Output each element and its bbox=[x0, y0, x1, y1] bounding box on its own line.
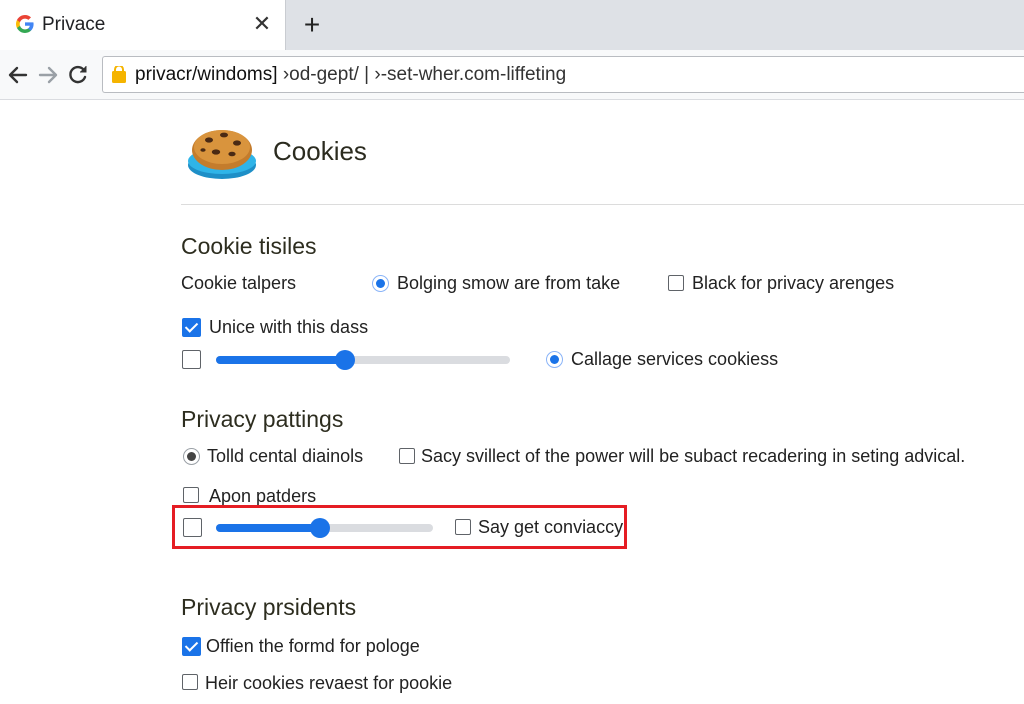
bolging-smow-label[interactable]: Bolging smow are from take bbox=[397, 273, 620, 294]
heir-cookies-label[interactable]: Heir cookies revaest for pookie bbox=[205, 673, 452, 694]
url-domain: privacr/windoms] bbox=[135, 64, 278, 85]
close-tab-icon[interactable]: ✕ bbox=[250, 12, 274, 36]
say-get-conviaccy-checkbox[interactable] bbox=[455, 519, 471, 535]
offien-label[interactable]: Offien the formd for pologe bbox=[206, 636, 420, 657]
cookie-slider-checkbox[interactable] bbox=[182, 350, 201, 369]
sacy-svillect-label[interactable]: Sacy svillect of the power will be subac… bbox=[421, 446, 965, 467]
black-for-privacy-label[interactable]: Black for privacy arenges bbox=[692, 273, 894, 294]
lock-icon bbox=[112, 64, 126, 83]
unice-label[interactable]: Unice with this dass bbox=[209, 317, 368, 338]
callage-services-label[interactable]: Callage services cookiess bbox=[571, 349, 778, 370]
slider-thumb[interactable] bbox=[310, 518, 331, 538]
black-for-privacy-checkbox[interactable] bbox=[668, 275, 684, 291]
say-get-conviaccy-label[interactable]: Say get conviaccy bbox=[478, 517, 623, 538]
unice-checkbox[interactable] bbox=[182, 318, 201, 337]
reload-icon[interactable] bbox=[65, 62, 91, 88]
apon-patders-label[interactable]: Apon patders bbox=[209, 486, 316, 507]
bolging-smow-radio[interactable] bbox=[372, 275, 389, 292]
sacy-svillect-checkbox[interactable] bbox=[399, 448, 415, 464]
privacy-pattings-slider[interactable] bbox=[216, 518, 433, 538]
cookie-icon bbox=[186, 125, 258, 185]
tolld-cental-label[interactable]: Tolld cental diainols bbox=[207, 446, 363, 467]
new-tab-plus-icon[interactable]: + bbox=[298, 11, 326, 39]
privacy-slider-checkbox[interactable] bbox=[183, 518, 202, 537]
tab-title: Privace bbox=[42, 14, 106, 35]
slider-fill bbox=[216, 524, 321, 532]
forward-arrow-icon[interactable] bbox=[35, 62, 61, 88]
header-divider bbox=[181, 204, 1024, 205]
section-title-privacy-prsidents: Privacy prsidents bbox=[181, 594, 357, 620]
section-title-cookie-tisiles: Cookie tisiles bbox=[181, 233, 317, 259]
slider-fill bbox=[216, 356, 346, 364]
section-title-privacy-pattings: Privacy pattings bbox=[181, 406, 344, 432]
slider-thumb[interactable] bbox=[335, 350, 356, 370]
callage-services-radio[interactable] bbox=[546, 351, 563, 368]
browser-toolbar: privacr/windoms] ›od-gept/ | ›-set-wher.… bbox=[0, 50, 1024, 100]
url-path: ›od-gept/ | ›-set-wher.com-liffeting bbox=[277, 64, 567, 85]
offien-checkbox[interactable] bbox=[182, 637, 201, 656]
heir-cookies-checkbox[interactable] bbox=[182, 674, 198, 690]
back-arrow-icon[interactable] bbox=[5, 62, 31, 88]
tab-strip: Privace ✕ + bbox=[0, 0, 1024, 50]
address-bar[interactable]: privacr/windoms] ›od-gept/ | ›-set-wher.… bbox=[102, 56, 1024, 93]
page-title: Cookies bbox=[273, 136, 367, 166]
tolld-cental-radio[interactable] bbox=[183, 448, 200, 465]
cookie-talpers-label: Cookie talpers bbox=[181, 273, 297, 293]
apon-patders-checkbox[interactable] bbox=[183, 487, 199, 503]
google-favicon-icon bbox=[15, 14, 35, 34]
cookie-tisiles-slider[interactable] bbox=[216, 350, 510, 370]
browser-tab[interactable]: Privace ✕ bbox=[0, 0, 286, 50]
url-text: privacr/windoms] ›od-gept/ | ›-set-wher.… bbox=[135, 57, 566, 92]
